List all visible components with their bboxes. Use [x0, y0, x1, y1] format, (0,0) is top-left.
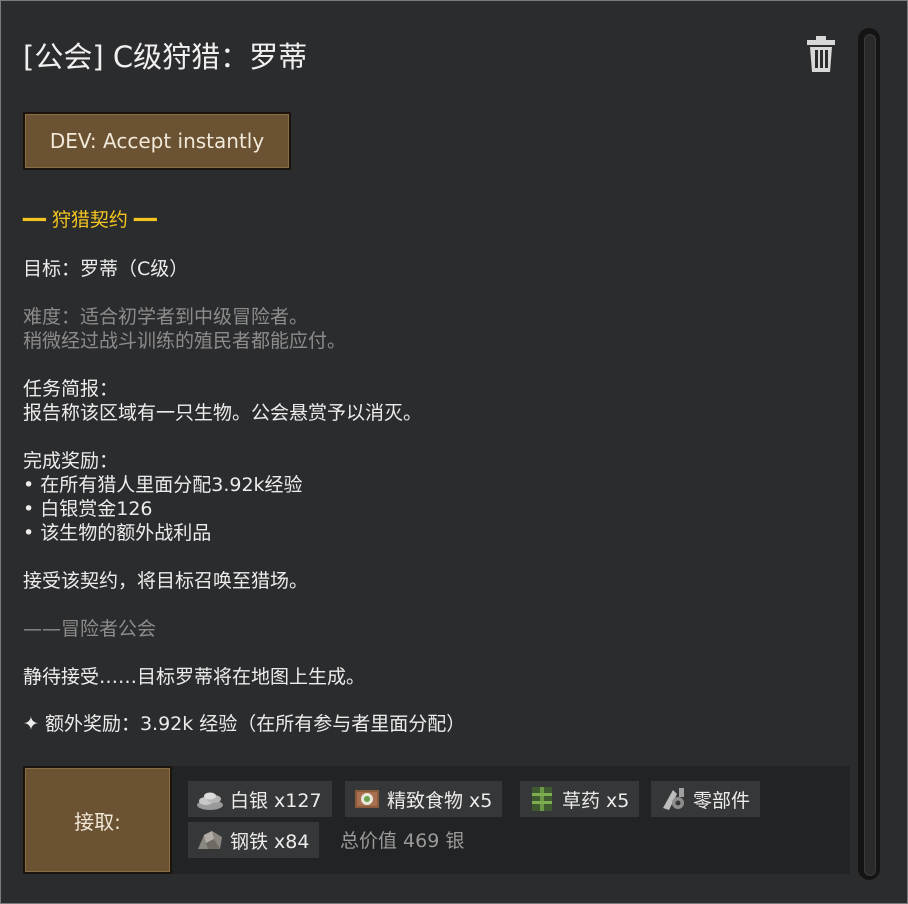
herbal-medicine-icon: [528, 786, 556, 812]
signature: ——冒险者公会: [23, 618, 157, 640]
trash-icon[interactable]: [805, 35, 837, 73]
reward-title: 完成奖励：: [23, 450, 119, 472]
reward-chip-fine-meal[interactable]: 精致食物 x5: [345, 781, 503, 817]
target-text: 目标：罗蒂（C级）: [23, 258, 189, 280]
total-value: 总价值 469 银: [340, 830, 465, 852]
reward-chip-label: 精致食物 x5: [387, 789, 493, 812]
quest-title: [公会] C级狩猎：罗蒂: [23, 40, 308, 74]
reward-chip-steel[interactable]: 钢铁 x84: [188, 822, 320, 858]
components-icon: [659, 786, 687, 812]
reward-item: • 白银赏金126: [23, 498, 153, 520]
difficulty-line-1: 难度：适合初学者到中级冒险者。: [23, 306, 309, 328]
reward-chip-components[interactable]: 零部件: [651, 781, 761, 817]
scrollbar-thumb[interactable]: [864, 34, 876, 876]
reward-chip-herbal[interactable]: 草药 x5: [520, 781, 640, 817]
reward-chip-silver[interactable]: 白银 x127: [188, 781, 332, 817]
section-header: ━━ 狩猎契约 ━━: [23, 209, 157, 231]
briefing-title: 任务简报：: [23, 378, 119, 400]
reward-chip-label: 草药 x5: [562, 789, 630, 812]
dev-accept-button[interactable]: DEV: Accept instantly: [23, 112, 291, 170]
reward-chip-label: 钢铁 x84: [230, 830, 310, 853]
reward-item: • 在所有猎人里面分配3.92k经验: [23, 474, 303, 496]
bonus-text: ✦ 额外奖励：3.92k 经验（在所有参与者里面分配）: [23, 713, 466, 735]
difficulty-line-2: 稍微经过战斗训练的殖民者都能应付。: [23, 330, 347, 352]
silver-icon: [196, 786, 224, 812]
accept-button[interactable]: 接取:: [23, 766, 172, 874]
briefing-text: 报告称该区域有一只生物。公会悬赏予以消灭。: [23, 402, 423, 424]
waiting-text: 静待接受……目标罗蒂将在地图上生成。: [23, 666, 366, 688]
accept-note: 接受该契约，将目标召唤至猎场。: [23, 570, 309, 592]
reward-chip-label: 零部件: [693, 789, 751, 812]
reward-item: • 该生物的额外战利品: [23, 522, 212, 544]
steel-icon: [196, 827, 224, 853]
reward-chip-label: 白银 x127: [230, 789, 322, 812]
fine-meal-icon: [353, 786, 381, 812]
